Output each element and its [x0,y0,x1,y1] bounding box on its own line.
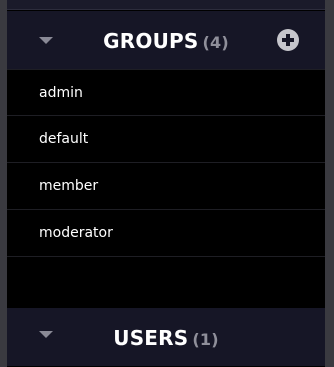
top-strip [7,0,325,10]
group-item-moderator[interactable]: moderator [7,210,325,257]
users-title-label: USERS [113,326,189,350]
groups-count: (4) [202,33,229,52]
groups-title-label: GROUPS [103,29,199,53]
groups-section-header[interactable]: GROUPS (4) [7,11,325,69]
add-group-icon[interactable] [277,29,299,51]
sidebar-panel: GROUPS (4) admin default member moderator… [7,0,325,367]
group-item-admin[interactable]: admin [7,69,325,116]
users-title: USERS (1) [7,326,325,350]
users-section-header[interactable]: USERS (1) [7,308,325,366]
group-item-member[interactable]: member [7,163,325,210]
group-item-default[interactable]: default [7,116,325,163]
group-list: admin default member moderator [7,69,325,257]
users-count: (1) [192,330,219,349]
